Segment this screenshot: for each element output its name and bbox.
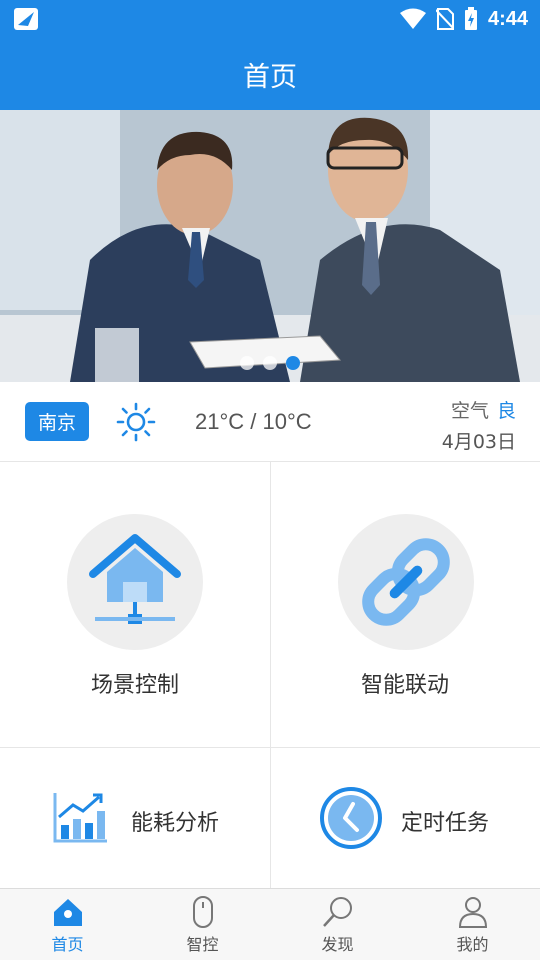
person-icon <box>458 896 487 928</box>
mouse-icon <box>192 895 213 928</box>
tab-home-label: 首页 <box>51 934 84 954</box>
chart-icon <box>53 793 107 843</box>
air-quality-value: 良 <box>496 400 516 422</box>
tab-smart-control[interactable]: 智控 <box>135 889 270 960</box>
wifi-icon <box>399 8 426 29</box>
energy-analysis-card[interactable]: 能耗分析 <box>0 747 271 888</box>
page-title: 首页 <box>243 61 297 93</box>
scene-control-label: 场景控制 <box>90 673 179 698</box>
smart-linkage-card[interactable]: 智能联动 <box>270 462 540 748</box>
battery-charging-icon <box>464 7 477 30</box>
clock-icon <box>320 787 382 849</box>
status-time: 4:44 <box>487 7 528 30</box>
smart-linkage-label: 智能联动 <box>360 673 449 698</box>
link-icon <box>338 514 474 650</box>
app-notification-icon <box>14 8 38 30</box>
search-icon <box>322 896 352 927</box>
carousel-dot-active[interactable] <box>286 356 300 370</box>
banner-carousel[interactable] <box>0 110 540 382</box>
scene-control-card[interactable]: 场景控制 <box>0 462 271 748</box>
tab-discover[interactable]: 发现 <box>270 889 405 960</box>
home-network-icon <box>67 514 203 650</box>
scheduled-task-card[interactable]: 定时任务 <box>270 747 540 888</box>
scheduled-task-label: 定时任务 <box>401 811 490 836</box>
carousel-indicator <box>0 356 540 370</box>
city-label: 南京 <box>37 412 76 434</box>
carousel-dot[interactable] <box>240 356 254 370</box>
tab-mine-label: 我的 <box>456 934 489 954</box>
status-bar: 4:44 <box>0 0 540 38</box>
bottom-tab-bar: 首页 智控 发现 我的 <box>0 888 540 960</box>
tab-discover-label: 发现 <box>321 934 354 954</box>
carousel-dot[interactable] <box>263 356 277 370</box>
tab-mine[interactable]: 我的 <box>405 889 540 960</box>
weather-date: 4月03日 <box>441 431 516 453</box>
title-bar: 首页 <box>0 38 540 110</box>
air-quality: 空气良 <box>451 396 516 423</box>
temperature-range: 21°C / 10°C <box>195 409 312 434</box>
energy-analysis-label: 能耗分析 <box>131 811 220 836</box>
tab-smart-control-label: 智控 <box>186 934 219 954</box>
banner-image <box>0 110 540 382</box>
weather-panel: 南京 21°C / 10°C 空气良 4月03日 <box>0 382 540 462</box>
city-badge[interactable]: 南京 <box>25 402 89 441</box>
home-icon <box>53 898 82 926</box>
tab-home[interactable]: 首页 <box>0 889 135 960</box>
air-quality-label: 空气 <box>450 400 489 422</box>
sun-icon <box>116 402 156 442</box>
no-sim-icon <box>435 8 454 30</box>
